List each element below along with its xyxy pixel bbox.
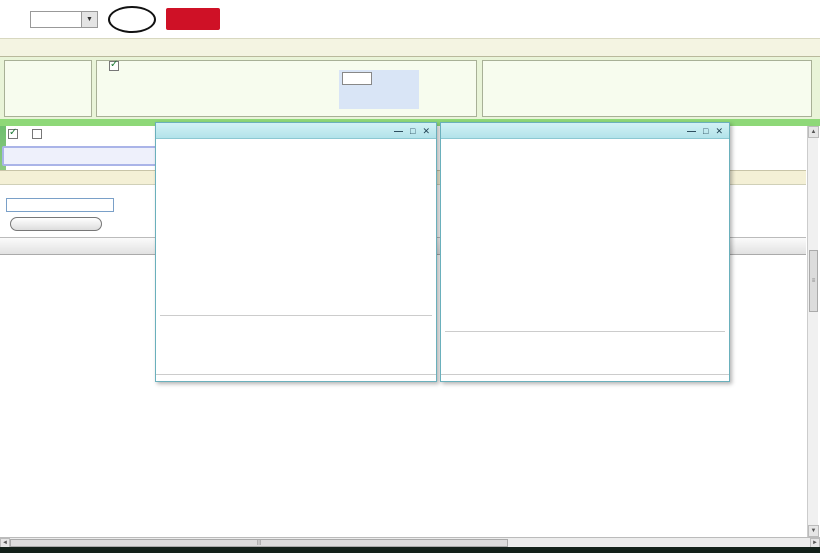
frequency-chart	[441, 141, 731, 329]
checkbox-icon[interactable]	[8, 129, 18, 139]
unit-toggle[interactable]	[32, 129, 42, 139]
horizontal-scroll-thumb[interactable]: |||	[10, 539, 508, 547]
dc-bias-input[interactable]	[342, 72, 372, 85]
dc-bias-panel	[339, 70, 419, 109]
data-download-box	[482, 60, 812, 117]
temp-rise-legend	[160, 315, 432, 318]
temp-rise-footer	[156, 374, 436, 378]
frequency-legend	[445, 331, 725, 334]
minimize-icon[interactable]: —	[687, 126, 696, 136]
circuit-box	[4, 60, 92, 117]
circuit-title	[5, 61, 91, 62]
maximize-icon[interactable]: □	[703, 126, 708, 136]
data-download-title	[483, 61, 811, 62]
checkbox-icon[interactable]	[109, 61, 119, 71]
graph-output-title	[97, 66, 101, 67]
maximize-icon[interactable]: □	[410, 126, 415, 136]
simsurfing-app: ▼	[0, 0, 820, 553]
close-icon[interactable]: ✕	[422, 126, 430, 136]
scroll-down-icon[interactable]: ▼	[808, 525, 819, 537]
minimize-icon[interactable]: —	[394, 126, 403, 136]
simsurfing-logo	[108, 6, 156, 33]
horizontal-scrollbar[interactable]: ◄ ||| ►	[0, 537, 820, 547]
tool-strip	[0, 57, 820, 119]
scroll-up-icon[interactable]: ▲	[808, 126, 819, 138]
top-nav: ▼	[0, 0, 820, 38]
search-toggle-row	[8, 129, 42, 139]
menu-bar	[0, 38, 820, 57]
temp-rise-window: — □ ✕	[155, 122, 437, 382]
chevron-down-icon[interactable]: ▼	[81, 12, 97, 27]
frequency-window: — □ ✕	[440, 122, 730, 382]
graph-output-box	[96, 60, 477, 117]
frequency-window-titlebar[interactable]: — □ ✕	[441, 123, 729, 139]
temp-rise-window-titlebar[interactable]: — □ ✕	[156, 123, 436, 139]
vertical-scrollbar[interactable]: ▲ ≡ ▼	[807, 126, 818, 537]
close-icon[interactable]: ✕	[715, 126, 723, 136]
reset-button[interactable]	[10, 217, 102, 231]
multi-graph-checkbox[interactable]	[109, 61, 119, 71]
temp-rise-chart	[156, 141, 438, 315]
murata-logo	[166, 8, 220, 30]
search-toggle[interactable]	[8, 129, 18, 139]
name-search-input[interactable]	[6, 198, 114, 212]
frequency-footer	[441, 374, 729, 378]
checkbox-icon[interactable]	[32, 129, 42, 139]
language-select[interactable]: ▼	[30, 11, 98, 28]
bottom-strip	[0, 547, 820, 553]
vertical-scroll-thumb[interactable]: ≡	[809, 250, 818, 312]
